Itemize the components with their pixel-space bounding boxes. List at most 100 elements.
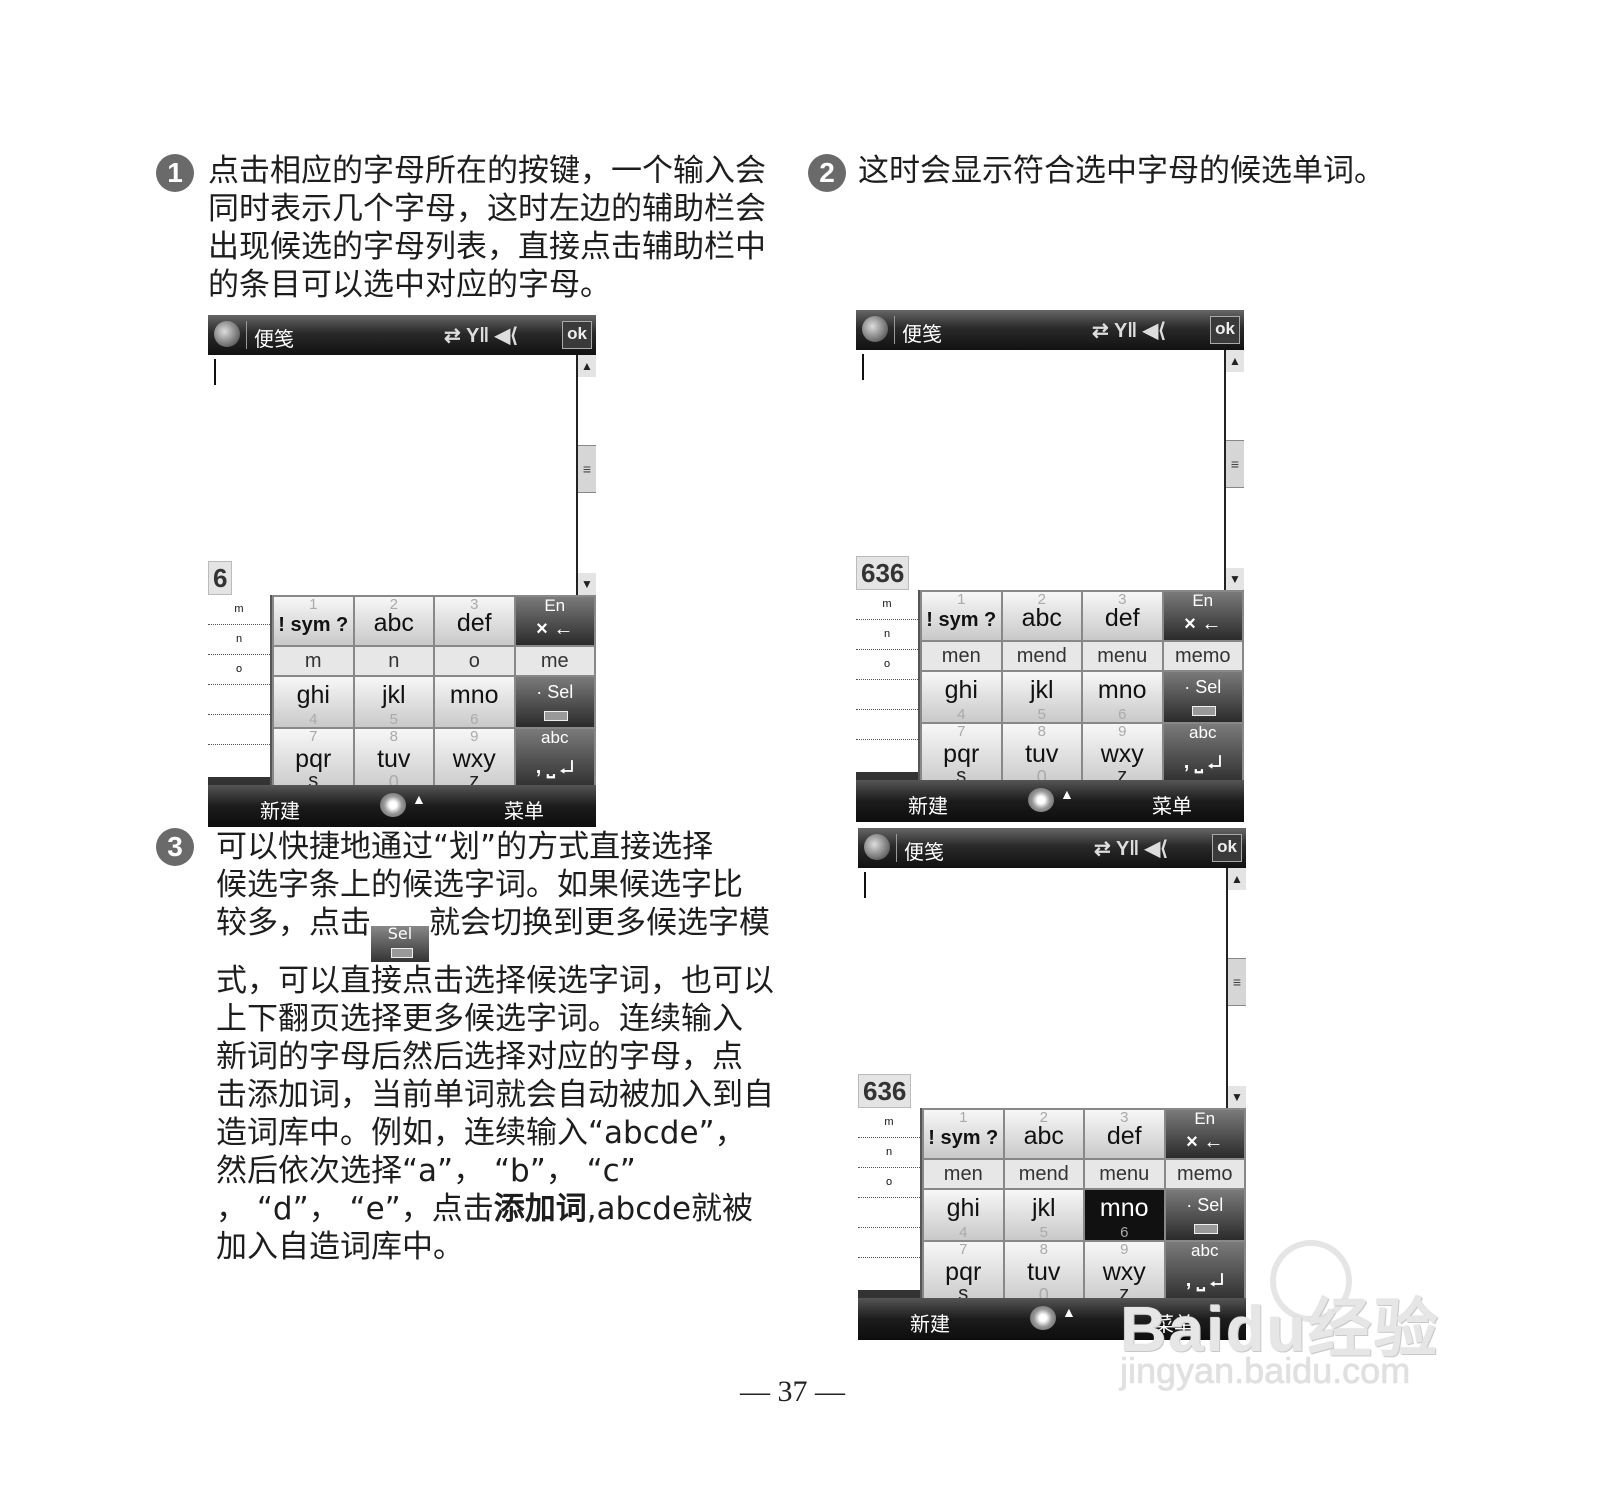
softkey-new[interactable]: 新建 bbox=[908, 790, 948, 819]
watermark-sub: jingyan.baidu.com bbox=[1120, 1350, 1411, 1391]
key-9-wxyz[interactable]: 9 wxy z bbox=[435, 729, 514, 791]
key-5-jkl[interactable]: jkl 5 bbox=[1004, 1190, 1083, 1240]
aux-letter-item[interactable]: m bbox=[208, 595, 270, 625]
ok-button[interactable]: ok bbox=[1212, 834, 1242, 862]
key-2-abc[interactable]: 2 abc bbox=[354, 597, 433, 645]
scrollbar[interactable]: ▲ ≡ ▼ bbox=[1224, 350, 1244, 590]
softkey-menu[interactable]: 菜单 bbox=[1154, 1308, 1194, 1337]
candidate-item[interactable]: mend bbox=[1004, 1160, 1083, 1188]
key-3-def[interactable]: 3 def bbox=[435, 597, 514, 645]
scroll-down-arrow-icon[interactable]: ▼ bbox=[1228, 1086, 1246, 1108]
key-6-mno[interactable]: mno 6 bbox=[1085, 1190, 1164, 1240]
ok-button[interactable]: ok bbox=[1210, 316, 1240, 344]
scroll-thumb[interactable]: ≡ bbox=[1228, 958, 1246, 1006]
aux-letter-item[interactable]: m bbox=[858, 1108, 920, 1138]
key-1-sym[interactable]: 1! sym ? bbox=[924, 1110, 1003, 1158]
text-line: 的条目可以选中对应的字母。 bbox=[208, 267, 611, 303]
key-en-backspace[interactable]: En × ← bbox=[1163, 592, 1242, 640]
scroll-up-arrow-icon[interactable]: ▲ bbox=[578, 355, 596, 377]
key-8-tuv[interactable]: 8 tuv 0 bbox=[1004, 1242, 1083, 1304]
panel-caret-icon[interactable]: ▲ bbox=[1060, 786, 1074, 802]
app-title: 便笺 bbox=[904, 842, 944, 864]
key-5-jkl[interactable]: jkl 5 bbox=[354, 677, 433, 727]
key-4-ghi[interactable]: ghi 4 bbox=[924, 1190, 1003, 1240]
softkey-new[interactable]: 新建 bbox=[260, 795, 300, 824]
key-8-tuv[interactable]: 8 tuv 0 bbox=[354, 729, 433, 791]
softkey-new[interactable]: 新建 bbox=[910, 1308, 950, 1337]
aux-letter-item[interactable]: n bbox=[858, 1138, 920, 1168]
key-8-tuv[interactable]: 8 tuv 0 bbox=[1002, 724, 1081, 786]
scrollbar[interactable]: ▲ ≡ ▼ bbox=[1226, 868, 1246, 1108]
candidate-item[interactable]: n bbox=[354, 647, 433, 675]
key-9-wxyz[interactable]: 9 wxy z bbox=[1083, 724, 1162, 786]
key-6-mno[interactable]: mno 6 bbox=[1083, 672, 1162, 722]
candidate-item[interactable]: memo bbox=[1163, 642, 1242, 670]
candidate-item[interactable]: memo bbox=[1165, 1160, 1244, 1188]
app-title: 便笺 bbox=[254, 329, 294, 351]
scroll-down-arrow-icon[interactable]: ▼ bbox=[1226, 568, 1244, 590]
key-label: def bbox=[1106, 1122, 1142, 1150]
text-line: 上下翻页选择更多候选字词。连续输入 bbox=[216, 1001, 743, 1037]
key-abc-space-enter[interactable]: abc , ⎵ ↵ bbox=[1163, 724, 1242, 786]
candidate-item[interactable]: menu bbox=[1085, 1160, 1164, 1188]
input-panel-toggle-icon[interactable] bbox=[1030, 1306, 1056, 1330]
candidate-item[interactable]: menu bbox=[1083, 642, 1162, 670]
key-1-sym[interactable]: 1! sym ? bbox=[274, 597, 353, 645]
scroll-up-arrow-icon[interactable]: ▲ bbox=[1228, 868, 1246, 890]
key-1-sym[interactable]: 1! sym ? bbox=[922, 592, 1001, 640]
key-7-pqrs[interactable]: 7 pqr s bbox=[924, 1242, 1003, 1304]
candidate-item[interactable]: men bbox=[924, 1160, 1003, 1188]
key-2-abc[interactable]: 2 abc bbox=[1002, 592, 1081, 640]
title-bar: 便笺 ⇄ Y‖ ◀⟨ ok bbox=[856, 310, 1244, 350]
key-7-pqrs[interactable]: 7 pqr s bbox=[274, 729, 353, 791]
key-6-mno[interactable]: mno 6 bbox=[435, 677, 514, 727]
scrollbar[interactable]: ▲ ≡ ▼ bbox=[576, 355, 596, 595]
scroll-thumb[interactable]: ≡ bbox=[1226, 440, 1244, 488]
key-abc-space-enter[interactable]: abc , ⎵ ↵ bbox=[1165, 1242, 1244, 1304]
candidate-item[interactable]: me bbox=[515, 647, 594, 675]
candidate-item[interactable]: mend bbox=[1002, 642, 1081, 670]
aux-letter-item[interactable]: o bbox=[208, 655, 270, 685]
key-3-def[interactable]: 3 def bbox=[1083, 592, 1162, 640]
scroll-up-arrow-icon[interactable]: ▲ bbox=[1226, 350, 1244, 372]
aux-letter-item[interactable]: n bbox=[856, 620, 918, 650]
key-9-wxyz[interactable]: 9 wxy z bbox=[1085, 1242, 1164, 1304]
ok-button[interactable]: ok bbox=[562, 321, 592, 349]
panel-caret-icon[interactable]: ▲ bbox=[1062, 1304, 1076, 1320]
input-panel-toggle-icon[interactable] bbox=[1028, 788, 1054, 812]
windows-start-icon[interactable] bbox=[864, 834, 890, 860]
candidate-item[interactable]: m bbox=[274, 647, 353, 675]
candidate-item[interactable]: o bbox=[435, 647, 514, 675]
panel-caret-icon[interactable]: ▲ bbox=[412, 791, 426, 807]
key-en-backspace[interactable]: En × ← bbox=[515, 597, 594, 645]
key-3-def[interactable]: 3 def bbox=[1085, 1110, 1164, 1158]
key-en-backspace[interactable]: En × ← bbox=[1165, 1110, 1244, 1158]
key-2-abc[interactable]: 2 abc bbox=[1004, 1110, 1083, 1158]
aux-letter-item[interactable]: m bbox=[856, 590, 918, 620]
key-digit: 4 bbox=[959, 1224, 968, 1241]
note-editor[interactable]: ▲ ≡ ▼ bbox=[858, 868, 1246, 1108]
softkey-menu[interactable]: 菜单 bbox=[504, 795, 544, 824]
text-fragment: 较多，点击 bbox=[216, 905, 371, 941]
key-4-ghi[interactable]: ghi 4 bbox=[922, 672, 1001, 722]
windows-start-icon[interactable] bbox=[214, 321, 240, 347]
key-sel[interactable]: · Sel bbox=[515, 677, 594, 727]
scroll-down-arrow-icon[interactable]: ▼ bbox=[578, 573, 596, 595]
key-7-pqrs[interactable]: 7 pqr s bbox=[922, 724, 1001, 786]
aux-letter-item[interactable]: o bbox=[858, 1168, 920, 1198]
key-sel[interactable]: · Sel bbox=[1165, 1190, 1244, 1240]
softkey-menu[interactable]: 菜单 bbox=[1152, 790, 1192, 819]
note-editor[interactable]: ▲ ≡ ▼ bbox=[856, 350, 1244, 590]
input-panel-toggle-icon[interactable] bbox=[380, 793, 406, 817]
key-4-ghi[interactable]: ghi 4 bbox=[274, 677, 353, 727]
aux-letter-item[interactable]: n bbox=[208, 625, 270, 655]
aux-letter-item[interactable]: o bbox=[856, 650, 918, 680]
windows-start-icon[interactable] bbox=[862, 316, 888, 342]
candidate-item[interactable]: men bbox=[922, 642, 1001, 670]
key-sel[interactable]: · Sel bbox=[1163, 672, 1242, 722]
key-abc-space-enter[interactable]: abc , ⎵ ↵ bbox=[515, 729, 594, 791]
scroll-thumb[interactable]: ≡ bbox=[578, 445, 596, 493]
key-digit: 5 bbox=[1037, 706, 1046, 723]
note-editor[interactable]: ▲ ≡ ▼ bbox=[208, 355, 596, 595]
key-5-jkl[interactable]: jkl 5 bbox=[1002, 672, 1081, 723]
